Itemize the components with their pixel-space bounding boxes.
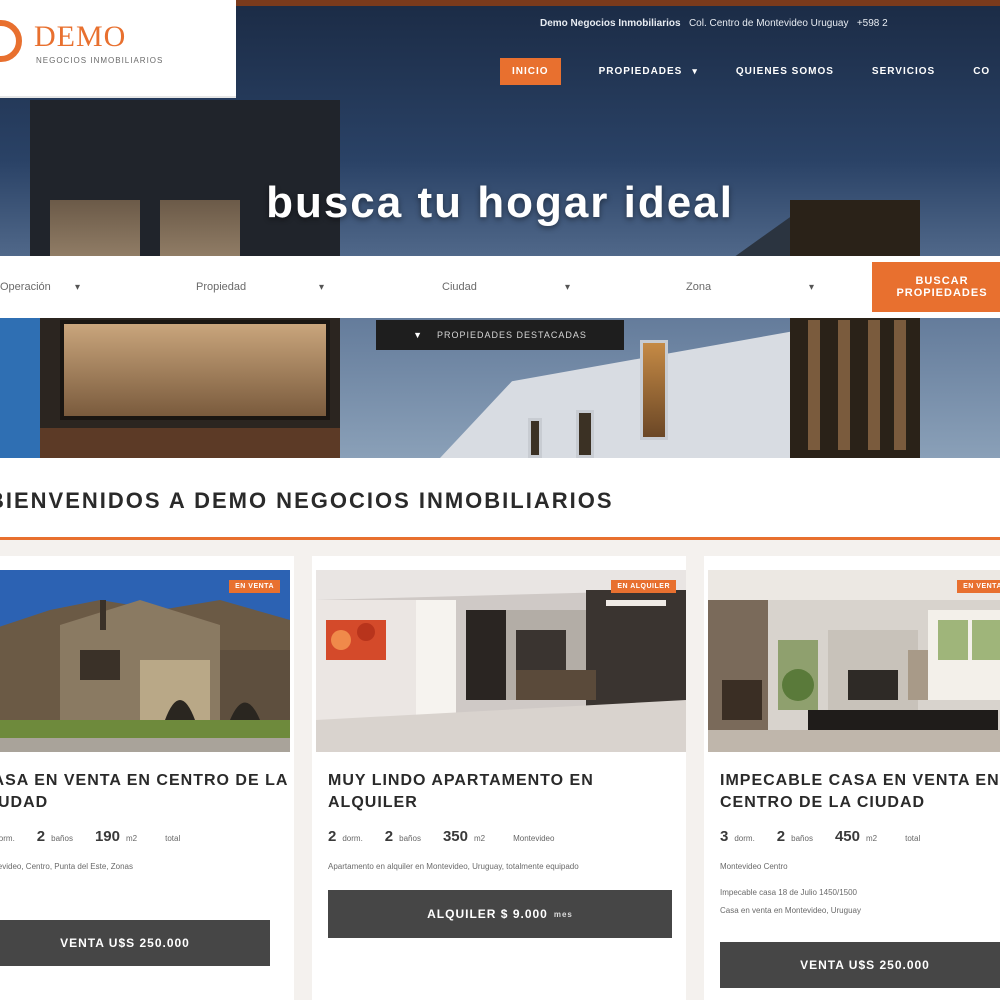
stat-bathrooms: 2 baños [36, 828, 73, 845]
chevron-down-icon: ▾ [318, 281, 324, 293]
stat-area: 190 m2 [94, 828, 138, 845]
select-value: Ciudad [442, 281, 477, 293]
nav-item-contacto[interactable]: CO [973, 66, 990, 77]
listing-title-line: MUY LINDO APARTAMENTO EN [328, 772, 594, 789]
welcome-section: BIENVENIDOS A DEMO NEGOCIOS INMOBILIARIO… [0, 458, 1000, 540]
stat-extra: Montevideo [513, 834, 555, 843]
logo-mark-icon [0, 20, 22, 62]
nav-item-propiedades[interactable]: PROPIEDADES ▾ [599, 66, 698, 77]
listing-stats: 3 dorm. 2 baños 450 m2 total [720, 828, 942, 845]
price-button[interactable]: ALQUILER $ 9.000 mes [328, 890, 672, 938]
hero-window [528, 418, 542, 458]
meta-line: Impecable casa 18 de Julio 1450/1500 [720, 888, 857, 897]
price-button[interactable]: VENTA U$S 250.000 [0, 920, 270, 966]
select-value: Zona [686, 281, 712, 293]
price-label: VENTA U$S 250.000 [800, 958, 930, 972]
listing-title[interactable]: CASA EN VENTA EN CENTRO DE LA CIUDAD [0, 770, 290, 814]
select-ciudad[interactable]: Ciudad ▾ [442, 276, 570, 298]
contact-bar: Demo Negocios Inmobiliarios Col. Centro … [540, 18, 888, 29]
nav-item-inicio[interactable]: INICIO [500, 57, 561, 85]
meta-line: Casa en venta en Montevideo, Uruguay [720, 906, 861, 915]
house-photo [0, 570, 290, 752]
chevron-down-icon: ▾ [692, 65, 698, 76]
listing-meta: Montevideo Centro Impecable casa 18 de J… [720, 858, 861, 920]
listing-stats: 3dorm. 2baños 190m2 total [0, 828, 202, 845]
listing-title-line: CIUDAD [0, 794, 49, 811]
listing-photo[interactable]: EN ALQUILER [316, 570, 686, 752]
stat-bathrooms: 2 baños [776, 828, 813, 845]
listing-title-line: CASA EN VENTA EN CENTRO DE LA [0, 772, 289, 789]
price-button[interactable]: VENTA U$S 250.000 [720, 942, 1000, 988]
logo[interactable]: DEMO NEGOCIOS INMOBILIARIOS [0, 0, 236, 98]
contact-phone[interactable]: +598 2 [857, 18, 888, 29]
select-propiedad[interactable]: Propiedad ▾ [196, 276, 324, 298]
nav-item-quienes-somos[interactable]: QUIENES SOMOS [736, 66, 834, 77]
logo-tagline: NEGOCIOS INMOBILIARIOS [36, 56, 164, 65]
stat-area: 350 m2 [442, 828, 486, 845]
select-value: Propiedad [196, 281, 247, 293]
nav-item-label: PROPIEDADES [598, 65, 683, 77]
chevron-down-icon: ▾ [74, 281, 80, 293]
stat-area: 450 m2 [834, 828, 878, 845]
stat-extra: total [165, 834, 181, 843]
hero-window [640, 340, 668, 440]
hero-building-dark [790, 200, 920, 458]
apartment-photo [316, 570, 686, 752]
welcome-title: BIENVENIDOS A DEMO NEGOCIOS INMOBILIARIO… [0, 488, 614, 513]
listing-title-line: IMPECABLE CASA EN VENTA EN [720, 772, 1000, 789]
listing-card[interactable]: EN ALQUILER MUY LINDO APARTAMENTO EN ALQ… [312, 556, 686, 1000]
hero-pool [0, 318, 40, 458]
stat-extra: total [905, 834, 921, 843]
status-badge: EN VENTA [229, 580, 280, 593]
meta-line: Apartamento en alquiler en Montevideo, U… [328, 862, 579, 871]
status-badge: EN VENTA [957, 580, 1000, 593]
select-value: Operación [0, 281, 51, 293]
hero-title: busca tu hogar ideal [266, 178, 734, 227]
stat-bedrooms: 3dorm. [0, 834, 15, 843]
contact-address: Col. Centro de Montevideo Uruguay [688, 18, 849, 29]
hero-banner: DEMO NEGOCIOS INMOBILIARIOS Demo Negocio… [0, 0, 1000, 458]
listing-title-line: CENTRO DE LA CIUDAD [720, 794, 926, 811]
listing-meta: Montevideo, Centro, Punta del Este, Zona… [0, 858, 133, 876]
status-badge: EN ALQUILER [611, 580, 676, 593]
listing-stats: 2 dorm. 2 baños 350 m2 Montevideo [328, 828, 576, 845]
price-label: ALQUILER $ 9.000 [427, 907, 548, 921]
main-nav: INICIO PROPIEDADES ▾ QUIENES SOMOS SERVIC… [500, 57, 1000, 85]
listing-card[interactable]: EN VENTA IMPECABLE CASA EN VENTA EN CENT… [704, 556, 1000, 1000]
listing-title-line: ALQUILER [328, 794, 418, 811]
page: DEMO NEGOCIOS INMOBILIARIOS Demo Negocio… [0, 0, 1000, 1000]
chevron-down-icon: ▼ [413, 330, 424, 340]
featured-properties-button[interactable]: ▼ PROPIEDADES DESTACADAS [376, 320, 624, 350]
listing-photo[interactable]: EN VENTA [0, 570, 290, 752]
stat-bedrooms: 3dorm. [720, 828, 755, 845]
price-unit: mes [553, 909, 573, 919]
listing-photo[interactable]: EN VENTA [708, 570, 1000, 752]
meta-line: Montevideo Centro [720, 862, 788, 871]
select-operacion[interactable]: Operación ▾ [0, 276, 80, 298]
stat-bedrooms: 2 dorm. [328, 828, 363, 845]
chevron-down-icon: ▾ [564, 281, 570, 293]
meta-line: Montevideo, Centro, Punta del Este, Zona… [0, 862, 133, 871]
listing-title[interactable]: IMPECABLE CASA EN VENTA EN CENTRO DE LA … [720, 770, 1000, 814]
listing-card[interactable]: EN VENTA CASA EN VENTA EN CENTRO DE LA C… [0, 556, 294, 1000]
contact-company: Demo Negocios Inmobiliarios [540, 18, 681, 29]
hero-window [576, 410, 594, 458]
featured-properties-label: PROPIEDADES DESTACADAS [437, 330, 587, 340]
search-bar: Operación ▾ Propiedad ▾ Ciudad ▾ Zona ▾ BUSC… [0, 256, 1000, 318]
price-label: VENTA U$S 250.000 [60, 936, 190, 950]
select-zona[interactable]: Zona ▾ [686, 276, 814, 298]
listing-meta: Apartamento en alquiler en Montevideo, U… [328, 858, 579, 876]
living-room-photo [708, 570, 1000, 752]
hero-building-lower [40, 310, 340, 458]
chevron-down-icon: ▾ [808, 281, 814, 293]
stat-bathrooms: 2 baños [384, 828, 421, 845]
search-button[interactable]: BUSCAR PROPIEDADES [872, 262, 1000, 312]
nav-item-servicios[interactable]: SERVICIOS [872, 66, 935, 77]
listing-title[interactable]: MUY LINDO APARTAMENTO EN ALQUILER [328, 770, 678, 814]
logo-name: DEMO [34, 20, 127, 53]
